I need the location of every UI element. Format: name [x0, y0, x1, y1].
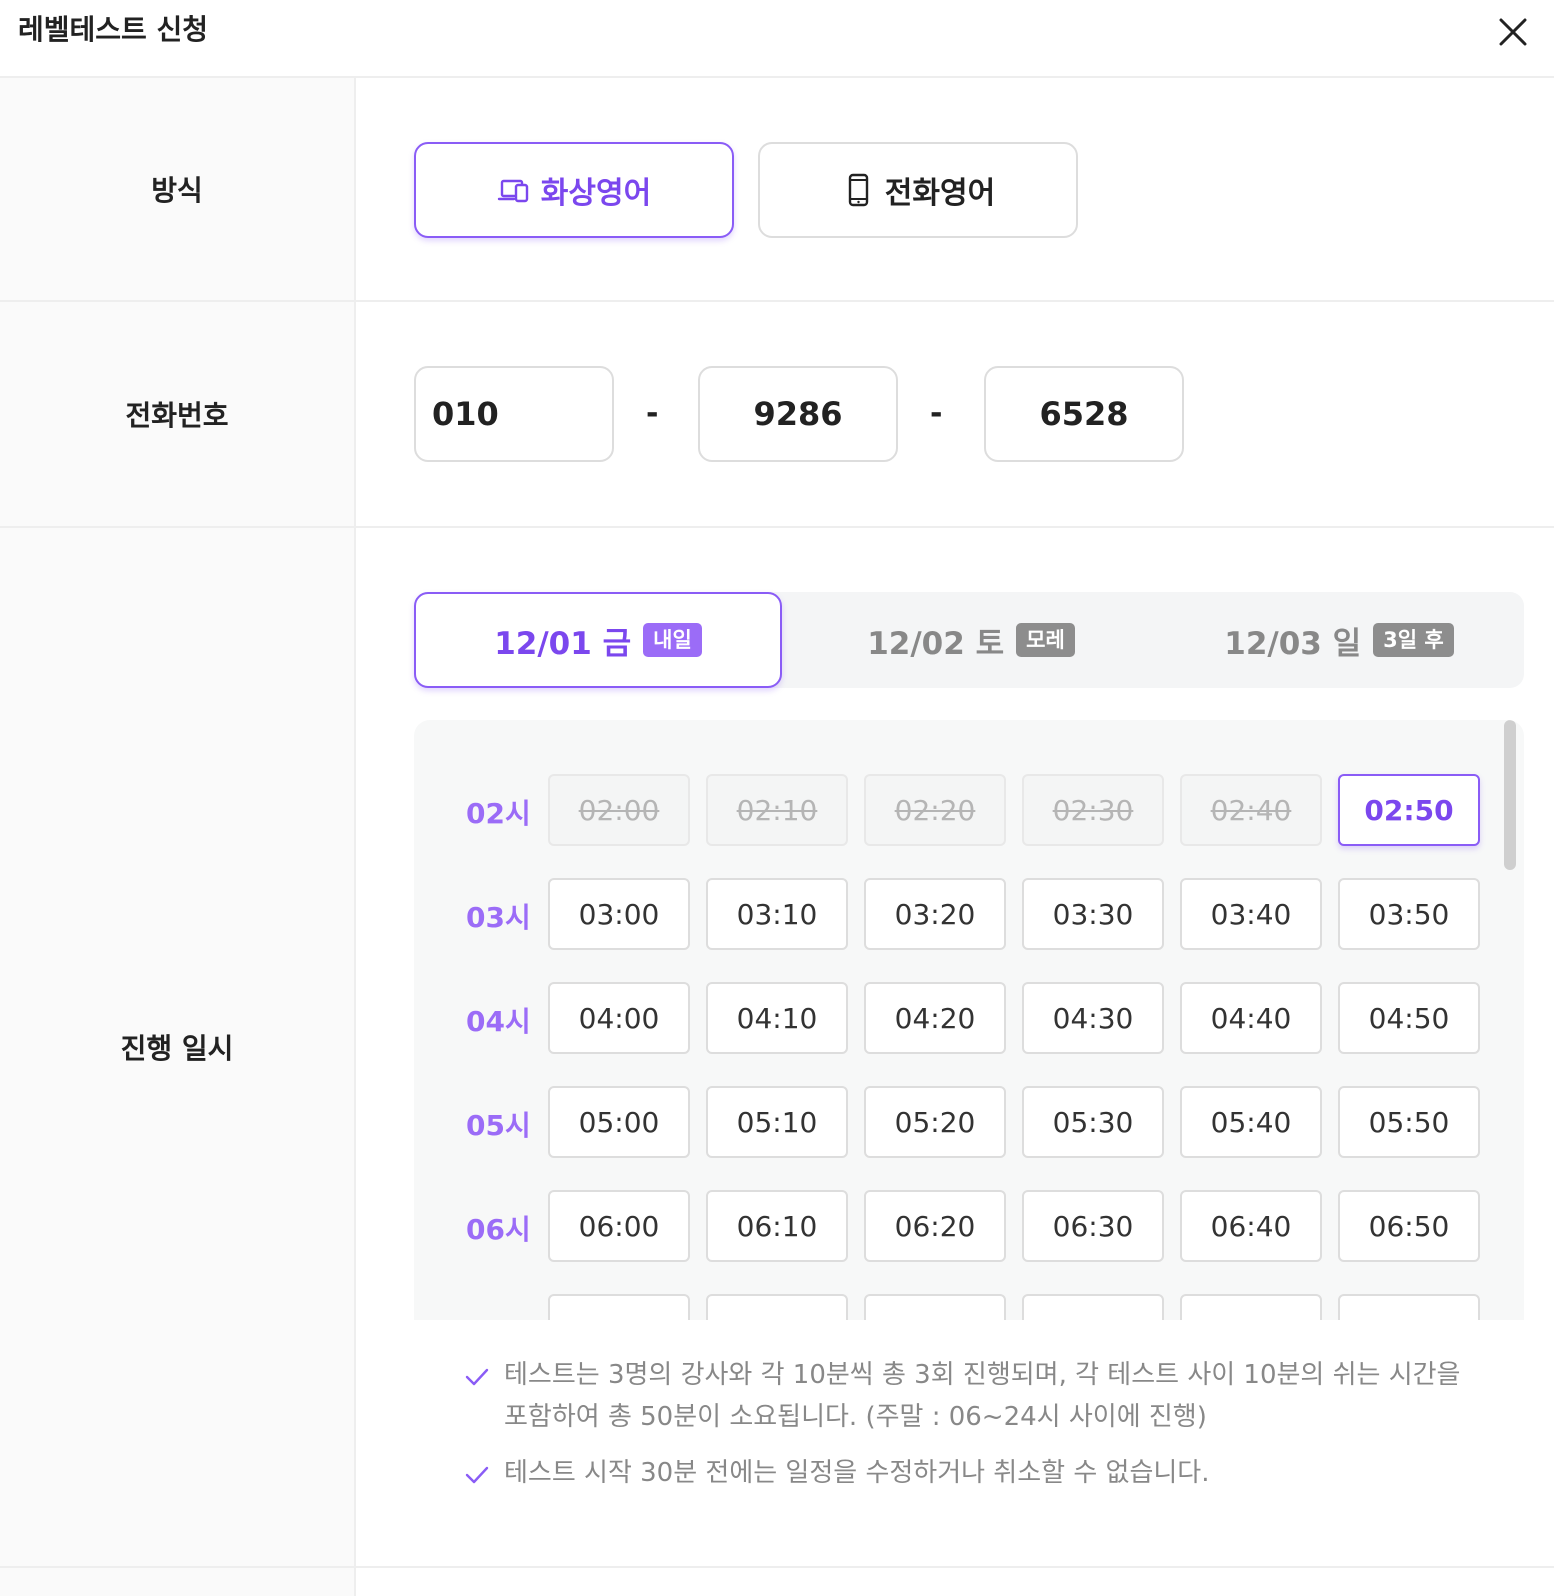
time-slot-button[interactable] — [1180, 1294, 1322, 1320]
time-slot-button[interactable] — [1022, 1294, 1164, 1320]
time-slot-button: 02:40 — [1180, 774, 1322, 846]
date-badge: 모레 — [1016, 623, 1075, 657]
phone-inputs: 010 - 9286 - 6528 — [358, 302, 1554, 526]
video-devices-icon — [497, 179, 528, 203]
hour-label: 06시 — [466, 1213, 531, 1246]
time-slot-button[interactable]: 03:00 — [548, 878, 690, 950]
notice-list: 테스트는 3명의 강사와 각 10분씩 총 3회 진행되며, 각 테스트 사이 … — [464, 1354, 1464, 1508]
time-slot-button: 02:20 — [864, 774, 1006, 846]
notice-text: 테스트는 3명의 강사와 각 10분씩 총 3회 진행되며, 각 테스트 사이 … — [504, 1360, 1461, 1432]
modal-header: 레벨테스트 신청 — [0, 0, 1554, 78]
time-slot-button[interactable] — [548, 1294, 690, 1320]
notice-text: 테스트 시작 30분 전에는 일정을 수정하거나 취소할 수 없습니다. — [504, 1458, 1210, 1488]
hour-row: 03시 03:00 03:10 03:20 03:30 03:40 03:50 — [414, 878, 1494, 950]
time-slot-button[interactable]: 03:10 — [706, 878, 848, 950]
date-badge: 3일 후 — [1373, 623, 1454, 657]
phone-middle-input[interactable]: 9286 — [698, 366, 898, 462]
next-row-label — [0, 1568, 356, 1596]
time-slot-button[interactable]: 05:50 — [1338, 1086, 1480, 1158]
time-slot-button[interactable]: 03:50 — [1338, 878, 1480, 950]
date-tab-date: 12/01 금 — [494, 625, 632, 662]
time-slot-button: 02:00 — [548, 774, 690, 846]
hour-label: 02시 — [466, 797, 531, 830]
phone-separator-2: - — [930, 396, 943, 431]
close-icon[interactable] — [1493, 12, 1533, 52]
time-slot-button[interactable]: 04:30 — [1022, 982, 1164, 1054]
date-badge: 내일 — [643, 623, 702, 657]
time-slot-panel[interactable]: 02시 02:00 02:10 02:20 02:30 02:40 02:50 03시 03:0… — [414, 720, 1524, 1320]
time-slot-button[interactable]: 06:40 — [1180, 1190, 1322, 1262]
schedule-label: 진행 일시 — [0, 528, 356, 1566]
time-slot-button[interactable]: 05:00 — [548, 1086, 690, 1158]
method-row: 방식 화상영어 전화영어 — [0, 78, 1554, 302]
hour-row — [414, 1294, 1494, 1320]
time-slot-button[interactable]: 04:20 — [864, 982, 1006, 1054]
phone-english-button[interactable]: 전화영어 — [758, 142, 1078, 238]
time-slot-button: 02:10 — [706, 774, 848, 846]
time-slot-button[interactable]: 04:00 — [548, 982, 690, 1054]
time-slot-button[interactable] — [1338, 1294, 1480, 1320]
hour-label: 03시 — [466, 901, 531, 934]
check-icon — [465, 1466, 489, 1484]
method-label: 방식 — [0, 78, 356, 300]
time-slot-button[interactable]: 05:40 — [1180, 1086, 1322, 1158]
video-english-label: 화상영어 — [540, 176, 652, 211]
time-slot-button[interactable] — [706, 1294, 848, 1320]
hour-row: 06시 06:00 06:10 06:20 06:30 06:40 06:50 — [414, 1190, 1494, 1262]
time-slot-button: 02:30 — [1022, 774, 1164, 846]
time-slot-button[interactable]: 03:20 — [864, 878, 1006, 950]
hour-row: 05시 05:00 05:10 05:20 05:30 05:40 05:50 — [414, 1086, 1494, 1158]
date-tab-date: 12/03 일 — [1224, 625, 1362, 662]
phone-last-input[interactable]: 6528 — [984, 366, 1184, 462]
schedule-content: 12/01 금 내일 12/02 토 모레 12/03 일 3일 후 02시 02… — [358, 528, 1554, 1566]
time-slot-button[interactable]: 03:30 — [1022, 878, 1164, 950]
phone-english-label: 전화영어 — [884, 176, 996, 211]
hour-row: 04시 04:00 04:10 04:20 04:30 04:40 04:50 — [414, 982, 1494, 1054]
time-slot-button[interactable]: 04:40 — [1180, 982, 1322, 1054]
schedule-row: 진행 일시 12/01 금 내일 12/02 토 모레 12/03 일 3일 후… — [0, 528, 1554, 1568]
date-tabs: 12/01 금 내일 12/02 토 모레 12/03 일 3일 후 — [414, 592, 1524, 688]
smartphone-icon — [848, 173, 868, 207]
phone-prefix-input[interactable]: 010 — [414, 366, 614, 462]
phone-label: 전화번호 — [0, 302, 356, 526]
time-slot-button[interactable]: 06:20 — [864, 1190, 1006, 1262]
time-slot-button[interactable]: 06:00 — [548, 1190, 690, 1262]
time-slot-button[interactable]: 05:20 — [864, 1086, 1006, 1158]
notice-item: 테스트는 3명의 강사와 각 10분씩 총 3회 진행되며, 각 테스트 사이 … — [464, 1354, 1464, 1438]
phone-row: 전화번호 010 - 9286 - 6528 — [0, 302, 1554, 528]
time-slot-button[interactable] — [864, 1294, 1006, 1320]
next-row — [0, 1568, 1554, 1596]
time-slot-button[interactable]: 05:10 — [706, 1086, 848, 1158]
method-options: 화상영어 전화영어 — [358, 78, 1554, 300]
scrollbar-thumb[interactable] — [1504, 720, 1516, 870]
video-english-button[interactable]: 화상영어 — [414, 142, 734, 238]
check-icon — [465, 1368, 489, 1386]
hour-label: 05시 — [466, 1109, 531, 1142]
time-slot-button[interactable]: 02:50 — [1338, 774, 1480, 846]
modal-title: 레벨테스트 신청 — [18, 13, 209, 46]
time-slot-button[interactable]: 06:30 — [1022, 1190, 1164, 1262]
date-tab-1203[interactable]: 12/03 일 3일 후 — [1154, 592, 1524, 688]
date-tab-1201[interactable]: 12/01 금 내일 — [414, 592, 782, 688]
hour-label: 04시 — [466, 1005, 531, 1038]
date-tab-1202[interactable]: 12/02 토 모레 — [786, 592, 1156, 688]
date-tab-date: 12/02 토 — [867, 625, 1005, 662]
phone-separator-1: - — [646, 396, 659, 431]
time-slot-button[interactable]: 05:30 — [1022, 1086, 1164, 1158]
time-slot-button[interactable]: 03:40 — [1180, 878, 1322, 950]
hour-row: 02시 02:00 02:10 02:20 02:30 02:40 02:50 — [414, 774, 1494, 846]
time-slot-button[interactable]: 06:10 — [706, 1190, 848, 1262]
time-slot-button[interactable]: 04:50 — [1338, 982, 1480, 1054]
notice-item: 테스트 시작 30분 전에는 일정을 수정하거나 취소할 수 없습니다. — [464, 1452, 1464, 1494]
time-slot-button[interactable]: 06:50 — [1338, 1190, 1480, 1262]
time-slot-button[interactable]: 04:10 — [706, 982, 848, 1054]
